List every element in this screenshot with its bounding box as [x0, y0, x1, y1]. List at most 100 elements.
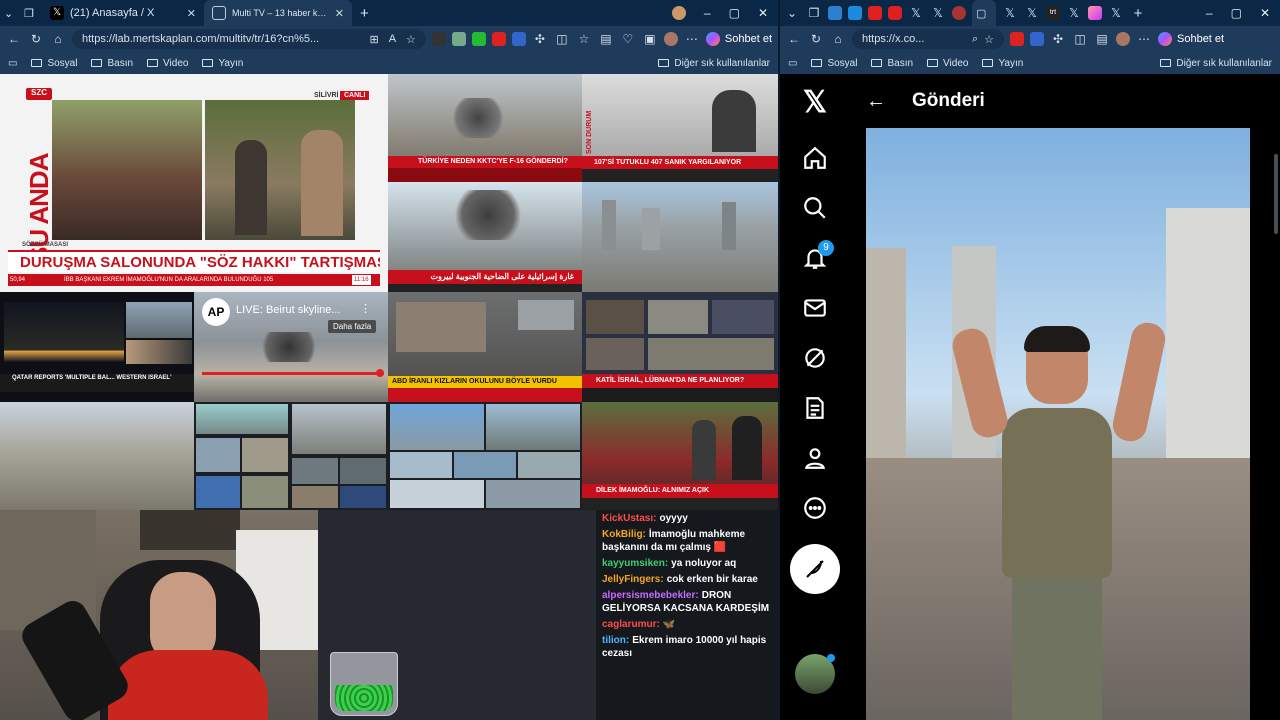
- tv-channel-10[interactable]: KATİL İSRAİL, LÜBNAN'DA NE PLANLIYOR?: [582, 292, 778, 402]
- bookmark-folder-basin[interactable]: Basın: [871, 58, 913, 69]
- extension-icon[interactable]: [1030, 32, 1044, 46]
- tv-channel-ap[interactable]: AP LIVE: Beirut skyline... ⋮ Daha fazla: [194, 292, 388, 402]
- tab-favicon-icon[interactable]: [828, 6, 842, 20]
- screenshot-icon[interactable]: ▣: [642, 31, 658, 47]
- tab-actions-icon[interactable]: ⌄: [0, 0, 20, 26]
- close-window-icon[interactable]: ✕: [758, 6, 768, 20]
- bookmark-folder-yayin[interactable]: Yayın: [982, 58, 1023, 69]
- tab-favicon-icon[interactable]: [868, 6, 882, 20]
- bookmark-folder-yayin[interactable]: Yayın: [202, 58, 243, 69]
- lists-nav-icon[interactable]: [790, 386, 840, 430]
- copilot-chat-button[interactable]: Sohbet et: [705, 32, 772, 46]
- tab-actions-icon[interactable]: ⌄: [784, 5, 800, 21]
- scrollbar-thumb[interactable]: [1274, 154, 1278, 234]
- active-tab[interactable]: ▢: [972, 0, 996, 26]
- account-avatar[interactable]: [795, 654, 835, 694]
- chat-username[interactable]: alpersismebebekler:: [602, 590, 699, 601]
- bookmark-folder-sosyal[interactable]: Sosyal: [31, 58, 77, 69]
- tab-favicon-icon[interactable]: [848, 6, 862, 20]
- zoom-icon[interactable]: ⌕: [972, 33, 978, 46]
- back-arrow-icon[interactable]: ←: [866, 90, 886, 113]
- favorite-star-icon[interactable]: ☆: [406, 33, 416, 46]
- profile-avatar-icon[interactable]: [671, 6, 686, 20]
- extension-icon[interactable]: [431, 32, 446, 46]
- x-logo-icon[interactable]: 𝕏: [790, 80, 840, 124]
- home-icon[interactable]: ⌂: [50, 31, 66, 47]
- maximize-icon[interactable]: ▢: [729, 6, 740, 20]
- tv-channel-2[interactable]: TÜRKİYE NEDEN KKTC'YE F-16 GÖNDERDİ?: [388, 74, 582, 182]
- workspaces-icon[interactable]: ❐: [806, 5, 822, 21]
- more-options-icon[interactable]: ⋯: [1136, 31, 1152, 47]
- messages-nav-icon[interactable]: [790, 286, 840, 330]
- video-progress-handle[interactable]: [376, 369, 384, 377]
- x-tab-icon[interactable]: 𝕏: [908, 5, 924, 21]
- tv-channel-webcams-a[interactable]: [194, 402, 388, 510]
- bookmarks-menu-icon[interactable]: ▭: [788, 58, 797, 69]
- chat-username[interactable]: caglarumur:: [602, 619, 660, 630]
- home-nav-icon[interactable]: [790, 136, 840, 180]
- new-tab-button[interactable]: +: [1130, 5, 1146, 22]
- compose-post-button[interactable]: [790, 544, 840, 594]
- minimize-icon[interactable]: –: [704, 6, 711, 20]
- new-tab-button[interactable]: +: [352, 0, 376, 26]
- workspaces-icon[interactable]: ❐: [20, 0, 42, 26]
- refresh-icon[interactable]: ↻: [808, 31, 824, 47]
- chat-username[interactable]: tilion:: [602, 635, 629, 646]
- extension-icon[interactable]: [491, 32, 506, 46]
- more-options-icon[interactable]: ⋯: [684, 31, 700, 47]
- extensions-puzzle-icon[interactable]: ✣: [1050, 31, 1066, 47]
- extension-icon[interactable]: [1010, 32, 1024, 46]
- back-icon[interactable]: ←: [6, 31, 22, 47]
- address-bar[interactable]: https://x.co... ⌕ ☆: [852, 29, 1004, 49]
- tv-channel-skyline[interactable]: [0, 402, 194, 510]
- refresh-icon[interactable]: ↻: [28, 31, 44, 47]
- bookmark-folder-other[interactable]: Diğer sık kullanılanlar: [1160, 58, 1272, 69]
- tab-multitv[interactable]: Multi TV – 13 haber kanalını a ✕: [204, 0, 352, 26]
- chat-username[interactable]: JellyFingers:: [602, 574, 664, 585]
- minimize-icon[interactable]: –: [1206, 6, 1213, 20]
- tv-channel-szc[interactable]: SZC ŞU ANDA SİLİVRİ CANLI SÖZCÜ MASASI D…: [0, 74, 388, 292]
- extension-icon[interactable]: [511, 32, 526, 46]
- read-aloud-icon[interactable]: A: [389, 33, 396, 46]
- more-vertical-icon[interactable]: ⋮: [360, 302, 371, 315]
- video-progress-bar[interactable]: [202, 372, 384, 375]
- close-tab-icon[interactable]: ✕: [335, 7, 344, 20]
- bookmarks-menu-icon[interactable]: ▭: [8, 58, 17, 69]
- instagram-tab-icon[interactable]: [1088, 6, 1102, 20]
- tv-channel-webcams-b[interactable]: [388, 402, 582, 510]
- post-video[interactable]: [866, 128, 1250, 720]
- tv-channel-3[interactable]: SON DURUM 107'Sİ TUTUKLU 407 SANIK YARGI…: [582, 74, 778, 182]
- favorites-icon[interactable]: ☆: [576, 31, 592, 47]
- x-tab-icon[interactable]: 𝕏: [1024, 5, 1040, 21]
- bookmark-folder-video[interactable]: Video: [927, 58, 968, 69]
- favorite-star-icon[interactable]: ☆: [984, 33, 994, 46]
- bookmark-folder-basin[interactable]: Basın: [91, 58, 133, 69]
- tv-channel-14[interactable]: ⚙ DİLEK İMAMOĞLU: ALNIMIZ AÇIK: [582, 402, 778, 510]
- chat-username[interactable]: KokBilig:: [602, 529, 646, 540]
- address-bar[interactable]: https://lab.mertskaplan.com/multitv/tr/1…: [72, 29, 426, 49]
- tab-favicon-icon[interactable]: [952, 6, 966, 20]
- x-tab-icon[interactable]: 𝕏: [1066, 5, 1082, 21]
- collections-icon[interactable]: ▤: [598, 31, 614, 47]
- tv-channel-7[interactable]: QATAR REPORTS 'MULTIPLE BAL... WESTERN I…: [0, 292, 194, 402]
- back-icon[interactable]: ←: [786, 31, 802, 47]
- extension-icon[interactable]: [471, 32, 486, 46]
- extension-icon[interactable]: [451, 32, 466, 46]
- tv-channel-city[interactable]: [582, 182, 778, 292]
- extensions-puzzle-icon[interactable]: ✣: [532, 31, 548, 47]
- home-icon[interactable]: ⌂: [830, 31, 846, 47]
- chat-username[interactable]: kayyumsiken:: [602, 558, 668, 569]
- x-tab-icon[interactable]: 𝕏: [1002, 5, 1018, 21]
- bookmark-folder-other[interactable]: Diğer sık kullanılanlar: [658, 58, 770, 69]
- profile-icon[interactable]: [1116, 32, 1130, 46]
- notifications-nav-icon[interactable]: 9: [790, 236, 840, 280]
- split-screen-icon[interactable]: ◫: [554, 31, 570, 47]
- maximize-icon[interactable]: ▢: [1231, 6, 1242, 20]
- more-nav-icon[interactable]: [790, 486, 840, 530]
- app-install-icon[interactable]: ⊞: [369, 33, 378, 46]
- tab-x-home[interactable]: 𝕏 (21) Anasayfa / X ✕: [42, 0, 204, 26]
- split-screen-icon[interactable]: ◫: [1072, 31, 1088, 47]
- settings-gear-icon[interactable]: ⚙: [760, 402, 772, 404]
- copilot-chat-button[interactable]: Sohbet et: [1158, 32, 1224, 46]
- search-nav-icon[interactable]: [790, 186, 840, 230]
